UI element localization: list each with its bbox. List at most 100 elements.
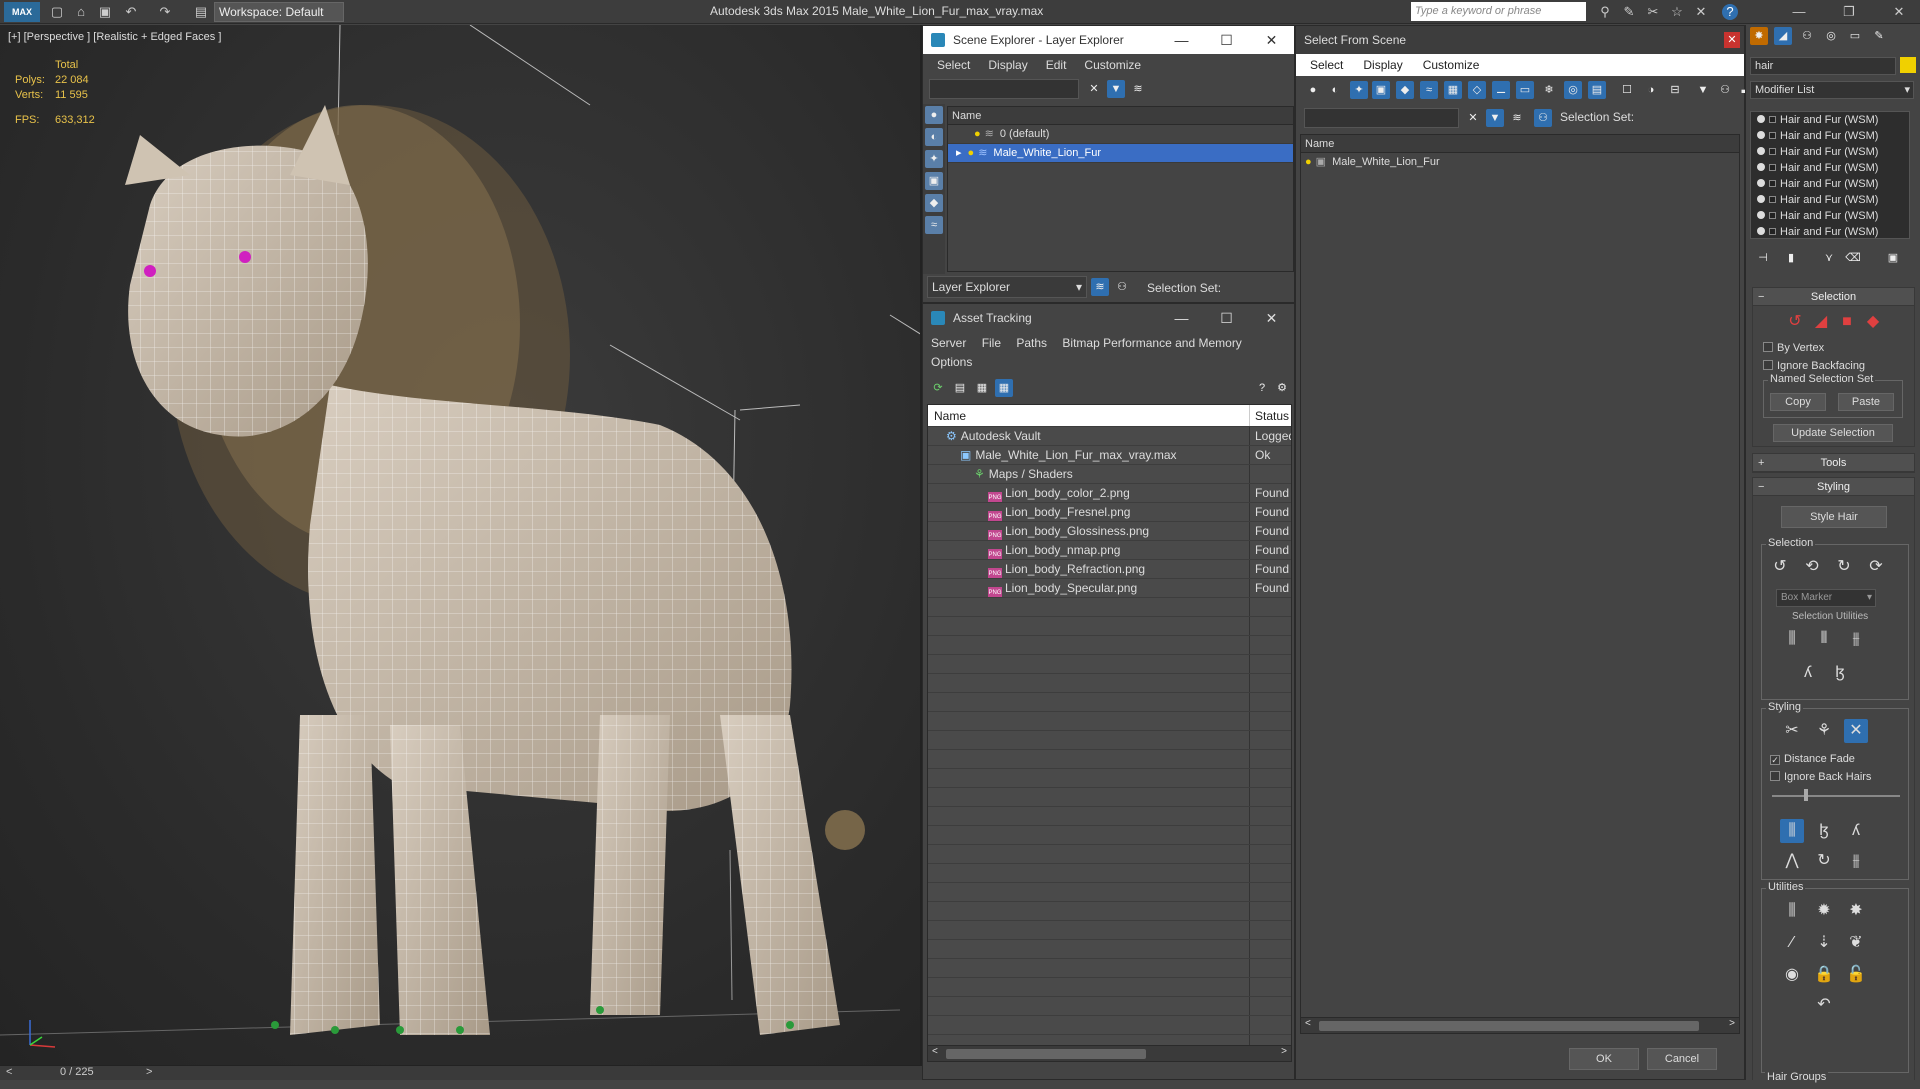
eye-icon[interactable] bbox=[1757, 227, 1765, 235]
perspective-viewport[interactable]: [+] [Perspective ] [Realistic + Edged Fa… bbox=[0, 25, 922, 1065]
display-frozen-icon[interactable]: ❄ bbox=[1540, 81, 1558, 99]
app-logo[interactable]: MAX bbox=[4, 2, 40, 22]
show-end-result-icon[interactable]: ▮ bbox=[1782, 249, 1800, 267]
display-groups-icon[interactable]: ▦ bbox=[1444, 81, 1462, 99]
close-icon[interactable]: ✕ bbox=[1724, 32, 1740, 48]
table-view-icon[interactable]: ▦ bbox=[995, 379, 1013, 397]
asset-row[interactable]: ▣ Male_White_Lion_Fur_max_vray.max Ok bbox=[928, 446, 1291, 465]
modifier-toggle-icon[interactable] bbox=[1769, 228, 1776, 235]
hide-selected-icon[interactable]: ʎ bbox=[1796, 661, 1820, 685]
pop-selected-icon[interactable]: ✹ bbox=[1812, 899, 1836, 923]
show-hidden-icon[interactable]: ɮ bbox=[1828, 661, 1852, 685]
asset-row[interactable]: PNG Lion_body_color_2.png Found bbox=[928, 484, 1291, 503]
project-folder-icon[interactable]: ▤ bbox=[192, 3, 210, 21]
asset-row[interactable]: PNG Lion_body_Fresnel.png Found bbox=[928, 503, 1291, 522]
refresh-icon[interactable]: ⟳ bbox=[929, 379, 947, 397]
eye-icon[interactable] bbox=[1757, 163, 1765, 171]
exchange-icon[interactable]: ✂ bbox=[1644, 3, 1662, 21]
minimize-icon[interactable]: — bbox=[1159, 26, 1204, 54]
utilities-tab-icon[interactable]: ✎ bbox=[1870, 27, 1888, 45]
list-view-icon[interactable]: ▤ bbox=[951, 379, 969, 397]
rotate-icon[interactable]: ↻ bbox=[1812, 849, 1836, 873]
attenuate-icon[interactable]: ⫼ bbox=[1780, 899, 1804, 923]
explorer-type-dropdown[interactable]: Layer Explorer ▾ bbox=[927, 276, 1087, 298]
light-bulb-icon[interactable]: ● bbox=[968, 144, 975, 162]
redo-icon[interactable]: ↷ bbox=[156, 3, 174, 21]
modifier-toggle-icon[interactable] bbox=[1769, 164, 1776, 171]
object-name-field[interactable]: hair bbox=[1750, 57, 1896, 75]
close-icon[interactable]: ✕ bbox=[1249, 304, 1294, 332]
help-icon[interactable]: ? bbox=[1253, 379, 1271, 397]
guides-select-icon[interactable]: ↺ bbox=[1783, 310, 1807, 334]
hierarchy-tab-icon[interactable]: ⚇ bbox=[1798, 27, 1816, 45]
select-tool-dropdown[interactable]: Box Marker ▾ bbox=[1776, 589, 1876, 607]
asset-row[interactable]: PNG Lion_body_Glossiness.png Found bbox=[928, 522, 1291, 541]
hierarchy-icon[interactable]: ⚇ bbox=[1113, 278, 1131, 296]
eye-icon[interactable] bbox=[1757, 115, 1765, 123]
close-icon[interactable]: ✕ bbox=[1249, 26, 1294, 54]
modifier-toggle-icon[interactable] bbox=[1769, 212, 1776, 219]
pin-stack-icon[interactable]: ⊣ bbox=[1754, 249, 1772, 267]
light-bulb-icon[interactable]: ● bbox=[974, 125, 981, 143]
object-row[interactable]: ● ▣ Male_White_Lion_Fur bbox=[1301, 153, 1739, 172]
favorites-icon[interactable]: ☆ bbox=[1668, 3, 1686, 21]
time-next-icon[interactable]: > bbox=[146, 1066, 152, 1078]
object-color-swatch[interactable] bbox=[1900, 57, 1916, 73]
motion-tab-icon[interactable]: ◎ bbox=[1822, 27, 1840, 45]
puff-roots-icon[interactable]: ʎ bbox=[1844, 819, 1868, 843]
style-hair-button[interactable]: Style Hair bbox=[1781, 506, 1887, 528]
configure-sets-icon[interactable]: ▣ bbox=[1884, 249, 1902, 267]
select-search-field[interactable] bbox=[1304, 108, 1459, 128]
scene-search-field[interactable] bbox=[929, 79, 1079, 99]
asset-row[interactable]: PNG Lion_body_nmap.png Found bbox=[928, 541, 1291, 560]
tools-rollout-header[interactable]: + Tools bbox=[1753, 454, 1914, 472]
settings-icon[interactable]: ⚙ bbox=[1273, 379, 1291, 397]
close-app-icon[interactable]: ✕ bbox=[1890, 3, 1908, 21]
checkbox-box[interactable] bbox=[1770, 771, 1780, 781]
scroll-thumb[interactable] bbox=[946, 1049, 1146, 1059]
make-unique-icon[interactable]: ⋎ bbox=[1820, 249, 1838, 267]
toggle-collisions-icon[interactable]: ⁄ bbox=[1780, 931, 1804, 955]
modifier-stack-item[interactable]: Hair and Fur (WSM) bbox=[1751, 144, 1909, 160]
modifier-stack-item[interactable]: Hair and Fur (WSM) bbox=[1751, 176, 1909, 192]
eye-icon[interactable] bbox=[1757, 195, 1765, 203]
menu-customize[interactable]: Customize bbox=[1084, 54, 1141, 76]
invert-selection-icon[interactable]: ⫼ bbox=[1780, 627, 1804, 651]
layer-row[interactable]: ▸ ● ≋ Male_White_Lion_Fur bbox=[948, 144, 1293, 163]
translate-icon[interactable]: ⫼ bbox=[1780, 819, 1804, 843]
modifier-stack-item[interactable]: Hair and Fur (WSM) bbox=[1751, 128, 1909, 144]
undo-icon[interactable]: ↶ bbox=[122, 3, 140, 21]
display-spacewarps-icon[interactable]: ≈ bbox=[925, 216, 943, 234]
column-header-name[interactable]: Name bbox=[948, 107, 1293, 125]
modifier-toggle-icon[interactable] bbox=[1769, 116, 1776, 123]
eye-icon[interactable] bbox=[1757, 179, 1765, 187]
asset-row[interactable]: PNG Lion_body_Specular.png Found bbox=[928, 579, 1291, 598]
select-dependents-icon[interactable]: ⊟ bbox=[1666, 81, 1684, 99]
display-shapes-icon[interactable]: ◐ bbox=[925, 128, 943, 146]
asset-row[interactable]: PNG Lion_body_Refraction.png Found bbox=[928, 560, 1291, 579]
restore-icon[interactable]: ❐ bbox=[1840, 3, 1858, 21]
display-shapes-icon[interactable]: ◐ bbox=[1326, 81, 1344, 99]
select-whole-guide-icon[interactable]: ⟲ bbox=[1800, 555, 1824, 579]
create-tab-icon[interactable]: ✸ bbox=[1750, 27, 1768, 45]
expand-selection-icon[interactable]: ⫵ bbox=[1844, 627, 1868, 651]
column-header-status[interactable]: Status bbox=[1250, 405, 1291, 426]
modifier-toggle-icon[interactable] bbox=[1769, 148, 1776, 155]
checkbox-box[interactable]: ✓ bbox=[1770, 755, 1780, 765]
select-tool-icon[interactable]: ⚘ bbox=[1812, 719, 1836, 743]
layer-filter-icon[interactable]: ≋ bbox=[1129, 80, 1147, 98]
scroll-left-icon[interactable]: < bbox=[932, 1046, 938, 1057]
display-cameras-icon[interactable]: ▣ bbox=[925, 172, 943, 190]
rotate-selection-icon[interactable]: ⫴ bbox=[1812, 627, 1836, 651]
paste-button[interactable]: Paste bbox=[1838, 393, 1894, 411]
eye-icon[interactable] bbox=[1757, 147, 1765, 155]
lock-icon[interactable]: 🔒 bbox=[1812, 963, 1836, 987]
layer-row[interactable]: ● ≋ 0 (default) bbox=[948, 125, 1293, 144]
column-header-name[interactable]: Name bbox=[1301, 135, 1739, 153]
polygon-select-icon[interactable]: ■ bbox=[1835, 310, 1859, 334]
brush-size-slider[interactable] bbox=[1772, 795, 1900, 797]
menu-file[interactable]: File bbox=[982, 336, 1001, 350]
binoculars-icon[interactable]: ⚲ bbox=[1596, 3, 1614, 21]
recomb-icon[interactable]: ❦ bbox=[1844, 931, 1868, 955]
close-search-icon[interactable]: ✕ bbox=[1692, 3, 1710, 21]
